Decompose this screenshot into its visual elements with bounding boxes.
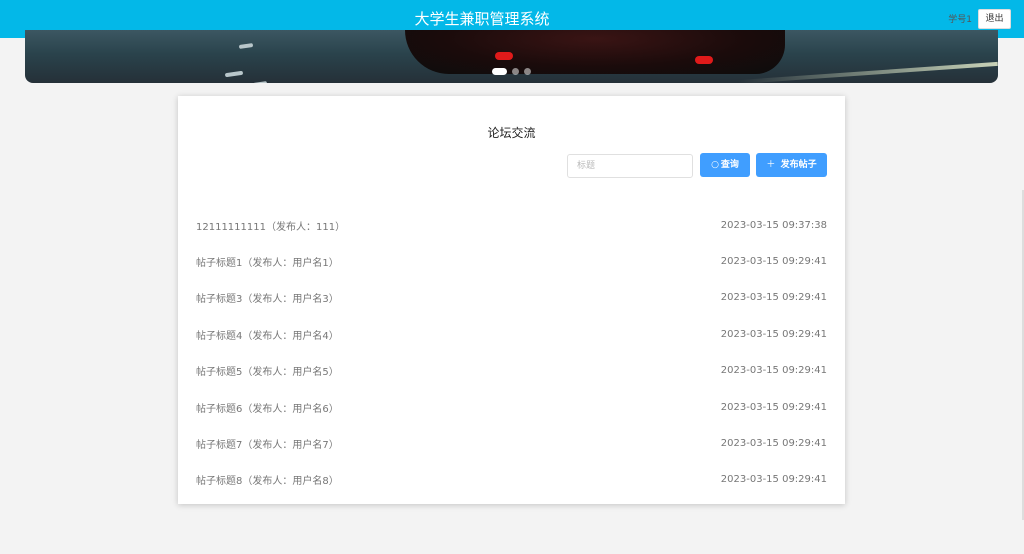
carousel-banner[interactable] — [25, 30, 998, 83]
current-user-label: 学号1 — [948, 15, 972, 25]
road-marking — [252, 81, 268, 83]
list-item[interactable]: 帖子标题6（发布人：用户名6） 2023-03-15 09:29:41 — [196, 389, 827, 425]
post-title: 12111111111（发布人：111） — [196, 221, 346, 233]
post-button-label: 发布帖子 — [780, 160, 817, 170]
post-title: 帖子标题3（发布人：用户名3） — [196, 294, 339, 306]
post-title: 帖子标题8（发布人：用户名8） — [196, 476, 339, 488]
list-item[interactable]: 帖子标题4（发布人：用户名4） 2023-03-15 09:29:41 — [196, 316, 827, 352]
post-title: 帖子标题5（发布人：用户名5） — [196, 367, 339, 379]
post-date: 2023-03-15 09:29:41 — [720, 401, 827, 413]
road-marking — [238, 43, 254, 49]
post-date: 2023-03-15 09:29:41 — [720, 438, 827, 450]
car-image — [405, 30, 785, 74]
list-item[interactable]: 帖子标题7（发布人：用户名7） 2023-03-15 09:29:41 — [196, 425, 827, 461]
post-date: 2023-03-15 09:29:41 — [720, 292, 827, 304]
post-date: 2023-03-15 09:29:41 — [720, 328, 827, 340]
post-date: 2023-03-15 09:29:41 — [720, 256, 827, 268]
list-item[interactable]: 帖子标题1（发布人：用户名1） 2023-03-15 09:29:41 — [196, 243, 827, 279]
post-date: 2023-03-15 09:37:38 — [720, 219, 827, 231]
carousel-dot-2[interactable] — [512, 68, 519, 75]
forum-card: 论坛交流 ○查询 ＋ 发布帖子 12111111111（发布人：111） 202… — [178, 96, 845, 504]
post-title: 帖子标题1（发布人：用户名1） — [196, 258, 339, 270]
post-button[interactable]: ＋ 发布帖子 — [756, 153, 827, 177]
car-taillight — [495, 52, 513, 60]
road-marking — [224, 70, 244, 78]
query-button[interactable]: ○ 查询 — [700, 153, 750, 177]
plus-icon: ＋ — [766, 160, 776, 170]
post-title: 帖子标题7（发布人：用户名7） — [196, 440, 339, 452]
post-date: 2023-03-15 09:29:41 — [720, 365, 827, 377]
query-button-label: 查询 — [720, 160, 739, 170]
list-item[interactable]: 帖子标题5（发布人：用户名5） 2023-03-15 09:29:41 — [196, 353, 827, 389]
logout-button[interactable]: 退出 — [978, 9, 1011, 29]
post-list: 12111111111（发布人：111） 2023-03-15 09:37:38… — [196, 207, 827, 498]
list-item[interactable]: 12111111111（发布人：111） 2023-03-15 09:37:38 — [196, 207, 827, 243]
post-date: 2023-03-15 09:29:41 — [720, 474, 827, 486]
list-item[interactable]: 帖子标题3（发布人：用户名3） 2023-03-15 09:29:41 — [196, 280, 827, 316]
search-title-input[interactable] — [567, 154, 693, 178]
page-title: 论坛交流 — [487, 126, 536, 140]
carousel-indicators — [492, 68, 531, 75]
list-item[interactable]: 帖子标题8（发布人：用户名8） 2023-03-15 09:29:41 — [196, 462, 827, 498]
carousel-dot-1[interactable] — [492, 68, 507, 75]
road-edge-line — [738, 61, 998, 83]
search-icon: ○ — [711, 160, 719, 170]
car-taillight — [695, 56, 713, 64]
post-title: 帖子标题4（发布人：用户名4） — [196, 330, 339, 342]
post-title: 帖子标题6（发布人：用户名6） — [196, 403, 339, 415]
carousel-dot-3[interactable] — [524, 68, 531, 75]
